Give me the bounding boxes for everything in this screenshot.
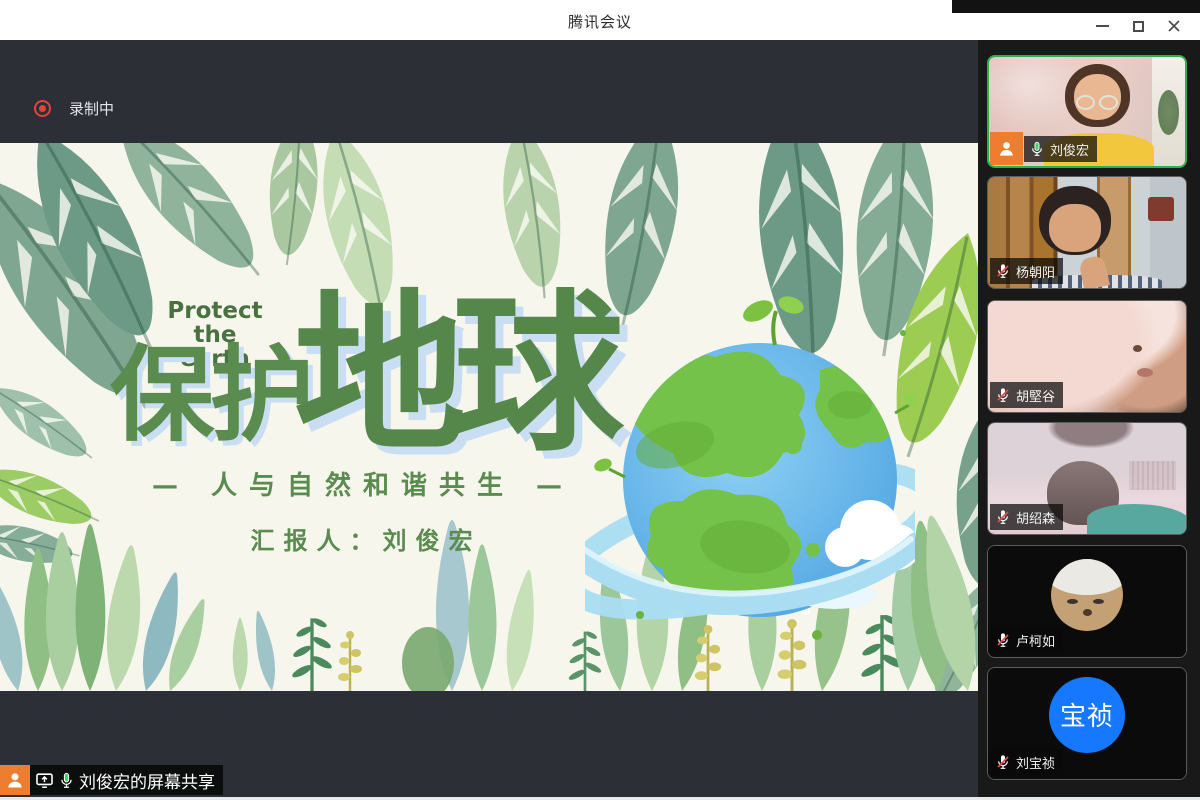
participant-name: 刘俊宏	[1050, 140, 1089, 159]
participant-name: 胡堅谷	[1016, 386, 1055, 405]
mic-muted-icon	[995, 754, 1011, 770]
slide-subtitle: — 人与自然和谐共生 —	[152, 465, 574, 502]
close-icon	[1167, 19, 1181, 33]
cartoon-avatar	[1051, 559, 1123, 631]
person-badge-icon	[990, 132, 1023, 165]
window-title: 腾讯会议	[0, 11, 1200, 32]
recording-label: 录制中	[69, 98, 114, 119]
mic-on-icon	[1029, 141, 1045, 157]
participant-nameplate: 杨朝阳	[990, 258, 1063, 284]
mic-muted-icon	[995, 632, 1011, 648]
participant-nameplate: 胡绍森	[990, 504, 1063, 530]
participant-name: 卢柯如	[1016, 631, 1055, 650]
participant-name: 杨朝阳	[1016, 262, 1055, 281]
participant-tile-yangchaoyang[interactable]: 杨朝阳	[987, 176, 1187, 289]
slide-presenter: 汇报人：刘俊宏	[251, 521, 482, 556]
share-bar-text: 刘俊宏的屏幕共享	[79, 768, 215, 793]
participant-tile-lukeru[interactable]: 卢柯如	[987, 545, 1187, 658]
slide-title-part1: 保护	[110, 339, 310, 451]
maximize-icon	[1133, 21, 1144, 32]
presentation-slide: Protect the earth 保护 地球 — 人与自然和谐共生 — 汇报人…	[0, 143, 978, 691]
initials-avatar: 宝祯	[1049, 677, 1125, 753]
participant-tile-hushaosen[interactable]: 胡绍森	[987, 422, 1187, 535]
participant-nameplate: 卢柯如	[990, 627, 1063, 653]
participants-sidebar: 刘俊宏 杨朝阳	[978, 40, 1200, 797]
mic-muted-icon	[995, 509, 1011, 525]
participant-nameplate: 刘俊宏	[1024, 136, 1097, 162]
participant-tile-liujunhong[interactable]: 刘俊宏	[987, 55, 1187, 168]
maximize-button[interactable]	[1120, 13, 1156, 39]
screen-share-icon	[35, 771, 54, 790]
mic-on-icon	[58, 772, 75, 789]
participant-tile-hujiangu[interactable]: 胡堅谷	[987, 300, 1187, 413]
minimize-icon	[1096, 25, 1109, 27]
mic-muted-icon	[995, 263, 1011, 279]
minimize-button[interactable]	[1084, 13, 1120, 39]
participant-nameplate: 刘宝祯	[990, 749, 1063, 775]
participant-name: 刘宝祯	[1016, 753, 1055, 772]
slide-title-part2: 地球	[294, 285, 610, 466]
record-dot-icon	[34, 100, 51, 117]
mic-muted-icon	[995, 387, 1011, 403]
person-badge-icon	[0, 765, 30, 795]
participant-name: 胡绍森	[1016, 508, 1055, 527]
close-button[interactable]	[1156, 13, 1192, 39]
screen-share-status-bar: 刘俊宏的屏幕共享	[0, 765, 223, 795]
recording-indicator[interactable]: 录制中	[34, 98, 114, 119]
overlay-black-strip	[952, 0, 1200, 13]
earth-illustration	[585, 295, 915, 650]
screen-share-view: 录制中	[0, 40, 978, 797]
meeting-window: 腾讯会议 录制中	[0, 0, 1200, 800]
participant-nameplate: 胡堅谷	[990, 382, 1063, 408]
meeting-content: 录制中	[0, 40, 1200, 797]
participant-tile-liubaozhen[interactable]: 宝祯 刘宝祯	[987, 667, 1187, 780]
